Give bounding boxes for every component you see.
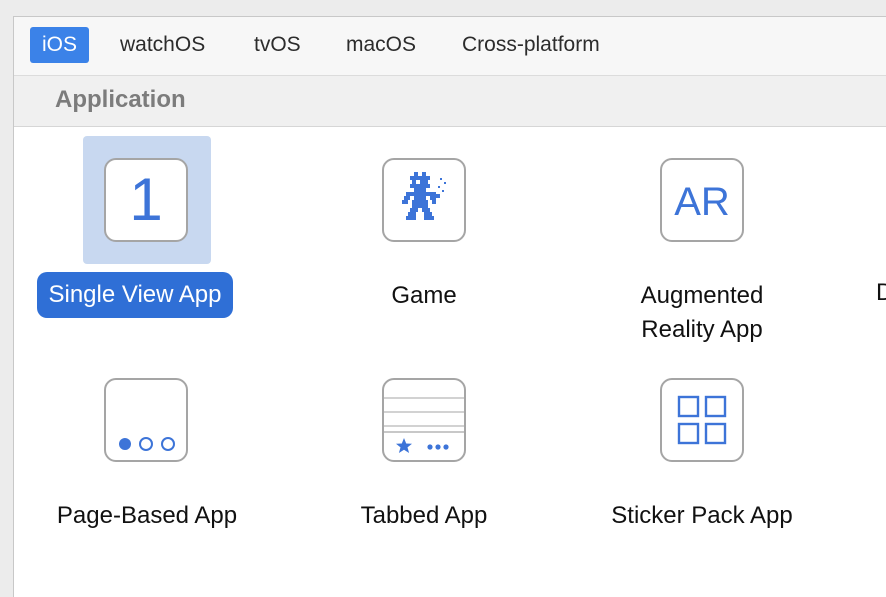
- ar-icon-text: AR: [674, 180, 730, 224]
- template-label: Game: [391, 282, 457, 309]
- sticker-grid-icon: [660, 378, 744, 462]
- section-header: Application: [14, 76, 886, 127]
- tab-watchos[interactable]: watchOS: [108, 27, 217, 63]
- sticker-grid-graphic: [677, 395, 727, 445]
- template-label: Tabbed App: [360, 502, 488, 529]
- template-label-line2: Reality App: [641, 316, 763, 343]
- ar-icon: AR: [660, 158, 744, 242]
- cut-off-template-label: D: [876, 279, 886, 306]
- tab-macos[interactable]: macOS: [334, 27, 428, 63]
- page-dots-graphic: [119, 437, 175, 451]
- tab-bar-icon: [382, 378, 466, 462]
- tab-ios[interactable]: iOS: [30, 27, 90, 63]
- template-label: Single View App: [37, 272, 233, 318]
- template-label: Page-Based App: [56, 502, 238, 529]
- template-label: Sticker Pack App: [611, 502, 793, 529]
- page-dots-icon: [104, 378, 188, 462]
- tab-tvos[interactable]: tvOS: [242, 27, 313, 63]
- section-title: Application: [55, 86, 186, 113]
- template-label-line1: Augmented: [640, 282, 764, 309]
- platform-tab-bar: iOS watchOS tvOS macOS Cross-platform: [14, 17, 886, 76]
- single-view-icon-text: 1: [129, 166, 163, 233]
- game-sprite-graphic: [402, 172, 446, 220]
- template-chooser-panel: iOS watchOS tvOS macOS Cross-platform Ap…: [13, 16, 886, 597]
- tab-cross-platform[interactable]: Cross-platform: [450, 27, 612, 63]
- tab-bar-graphic: [384, 397, 464, 453]
- game-sprite-icon: [382, 158, 466, 242]
- single-view-icon: 1: [104, 158, 188, 242]
